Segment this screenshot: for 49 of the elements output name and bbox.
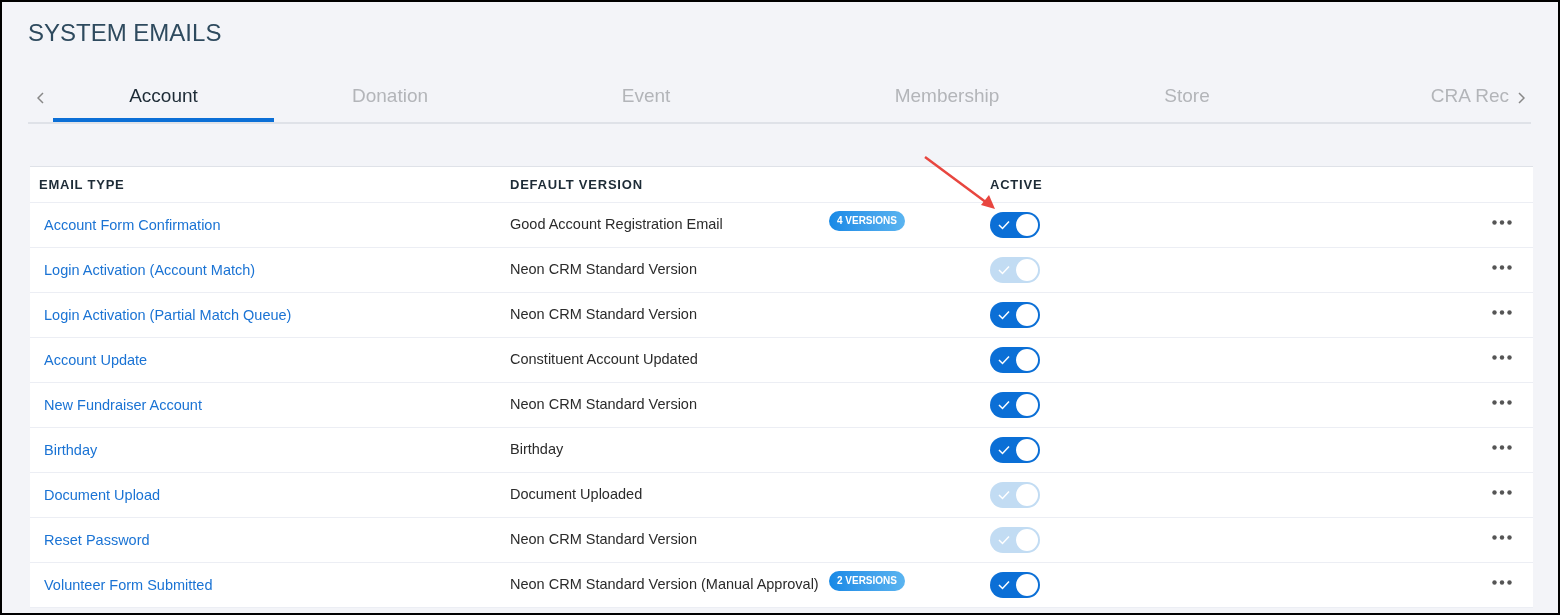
check-icon	[998, 490, 1010, 500]
more-icon[interactable]	[1492, 579, 1512, 585]
check-icon	[998, 445, 1010, 455]
more-icon[interactable]	[1492, 354, 1512, 360]
versions-badge[interactable]: 4 VERSIONS	[828, 211, 905, 231]
more-icon[interactable]	[1492, 264, 1512, 270]
toggle-switch[interactable]	[990, 347, 1040, 373]
table-cell-text: Neon CRM Standard Version (Manual Approval)	[510, 575, 819, 595]
check-icon	[998, 355, 1010, 365]
check-icon	[998, 580, 1010, 590]
versions-badge[interactable]: 2 VERSIONS	[828, 571, 905, 591]
more-icon[interactable]	[1492, 444, 1512, 450]
table-cell-text: Neon CRM Standard Version	[510, 395, 697, 415]
table-cell-text: Neon CRM Standard Version	[510, 305, 697, 325]
email-type-link[interactable]: Login Activation (Account Match)	[44, 262, 256, 278]
column-header: EMAIL TYPE	[39, 177, 125, 192]
more-icon[interactable]	[1492, 309, 1512, 315]
toggle-switch[interactable]	[990, 212, 1040, 238]
more-icon[interactable]	[1492, 399, 1512, 405]
column-header: ACTIVE	[990, 177, 1043, 192]
table-cell-text: Neon CRM Standard Version	[510, 260, 697, 280]
more-icon[interactable]	[1492, 219, 1512, 225]
table-cell-text: Birthday	[510, 440, 564, 460]
email-type-link[interactable]: Login Activation (Partial Match Queue)	[44, 307, 292, 323]
email-type-link[interactable]: Account Update	[44, 352, 148, 368]
email-type-link[interactable]: Birthday	[44, 442, 98, 458]
email-type-link[interactable]: Volunteer Form Submitted	[44, 577, 213, 593]
more-icon[interactable]	[1492, 489, 1512, 495]
page-title: SYSTEM EMAILS	[28, 18, 223, 48]
check-icon	[998, 400, 1010, 410]
table-cell-text: Document Uploaded	[510, 485, 643, 505]
check-icon	[998, 265, 1010, 275]
toggle-switch[interactable]	[990, 302, 1040, 328]
column-header: DEFAULT VERSION	[510, 177, 643, 192]
table-cell-text: Neon CRM Standard Version	[510, 530, 697, 550]
toggle-switch[interactable]	[990, 437, 1040, 463]
email-type-link[interactable]: Reset Password	[44, 532, 150, 548]
tab[interactable]: Account	[53, 74, 274, 122]
email-type-link[interactable]: Account Form Confirmation	[44, 217, 221, 233]
table-cell-text: Constituent Account Updated	[510, 350, 698, 370]
toggle-switch[interactable]	[990, 572, 1040, 598]
check-icon	[998, 220, 1010, 230]
email-type-link[interactable]: Document Upload	[44, 487, 161, 503]
email-type-link[interactable]: New Fundraiser Account	[44, 397, 202, 413]
check-icon	[998, 535, 1010, 545]
table-cell-text: Good Account Registration Email	[510, 215, 723, 235]
toggle-switch[interactable]	[990, 392, 1040, 418]
more-icon[interactable]	[1492, 534, 1512, 540]
check-icon	[998, 310, 1010, 320]
